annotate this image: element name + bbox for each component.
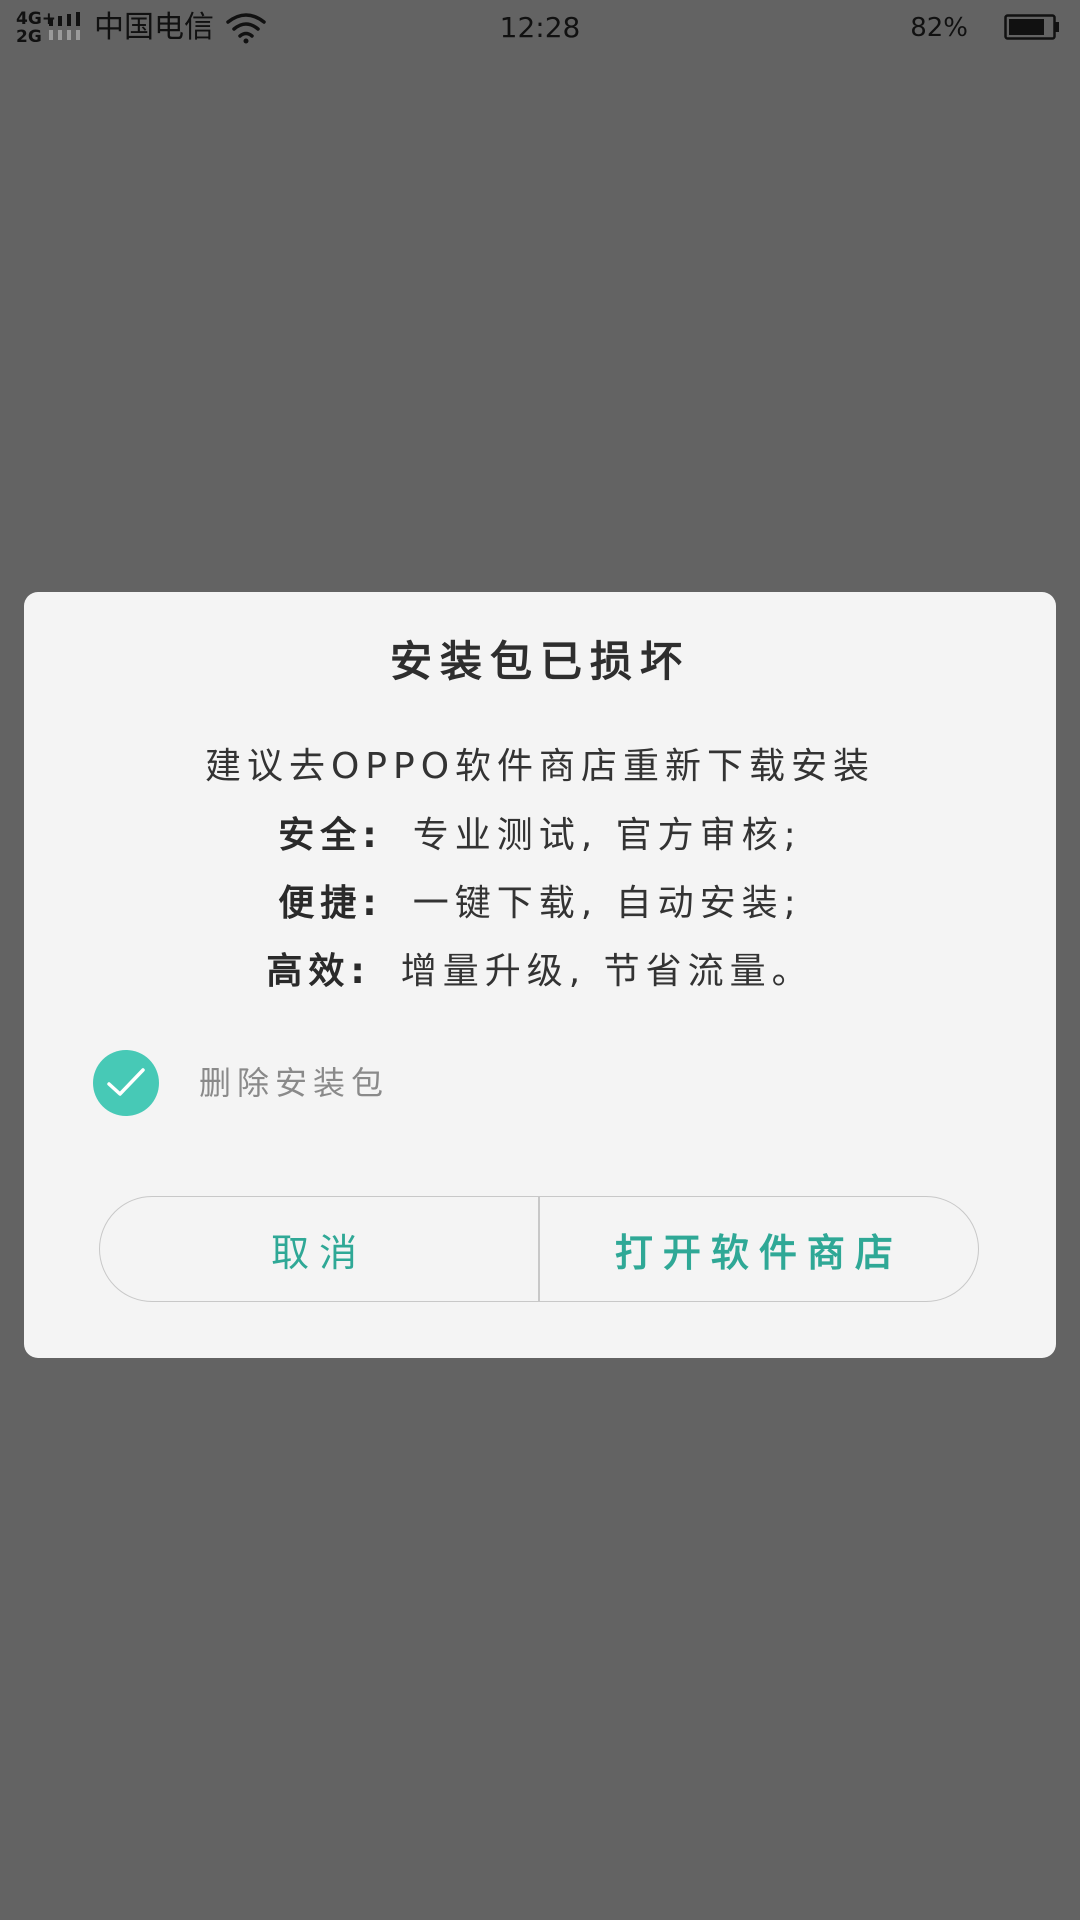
battery-percent: 82% bbox=[910, 13, 968, 43]
carrier-name: 中国电信 bbox=[94, 10, 214, 45]
battery-icon bbox=[1004, 14, 1059, 40]
network-type-indicator: 4G+ 2G bbox=[16, 9, 57, 47]
status-clock: 12:28 bbox=[499, 11, 581, 44]
checkmark-icon bbox=[107, 1068, 145, 1096]
feature-item: 便捷: 一键下载, 自动安装; bbox=[24, 874, 1056, 942]
dialog-button-group: 取消 打开软件商店 bbox=[99, 1196, 979, 1302]
feature-item: 安全: 专业测试, 官方审核; bbox=[24, 806, 1056, 874]
delete-package-checkbox[interactable] bbox=[93, 1050, 159, 1116]
feature-value: 一键下载, 自动安装; bbox=[412, 883, 802, 924]
feature-item: 高效: 增量升级, 节省流量。 bbox=[24, 942, 1056, 1010]
corrupted-package-dialog: 安装包已损坏 建议去OPPO软件商店重新下载安装 安全: 专业测试, 官方审核; … bbox=[24, 592, 1056, 1358]
signal-strength-icon bbox=[49, 12, 80, 40]
dialog-title: 安装包已损坏 bbox=[389, 637, 690, 686]
dialog-description: 建议去OPPO软件商店重新下载安装 bbox=[204, 746, 876, 787]
delete-package-label: 删除安装包 bbox=[199, 1064, 390, 1102]
feature-key: 便捷: bbox=[278, 883, 383, 924]
wifi-icon bbox=[226, 13, 266, 44]
status-bar: 4G+ 2G 中国电信 12:28 82% bbox=[0, 0, 1080, 56]
feature-value: 增量升级, 节省流量。 bbox=[400, 951, 814, 992]
feature-list: 安全: 专业测试, 官方审核; 便捷: 一键下载, 自动安装; 高效: 增量升级, 节… bbox=[24, 806, 1056, 1010]
feature-key: 高效: bbox=[266, 951, 371, 992]
delete-package-option[interactable]: 删除安装包 bbox=[93, 1050, 693, 1118]
feature-key: 安全: bbox=[278, 815, 383, 856]
network-type-top: 4G+ bbox=[16, 9, 57, 29]
network-type-bottom: 2G bbox=[16, 27, 42, 47]
cancel-button[interactable]: 取消 bbox=[100, 1197, 538, 1301]
open-app-store-button[interactable]: 打开软件商店 bbox=[540, 1197, 978, 1301]
feature-value: 专业测试, 官方审核; bbox=[412, 815, 802, 856]
